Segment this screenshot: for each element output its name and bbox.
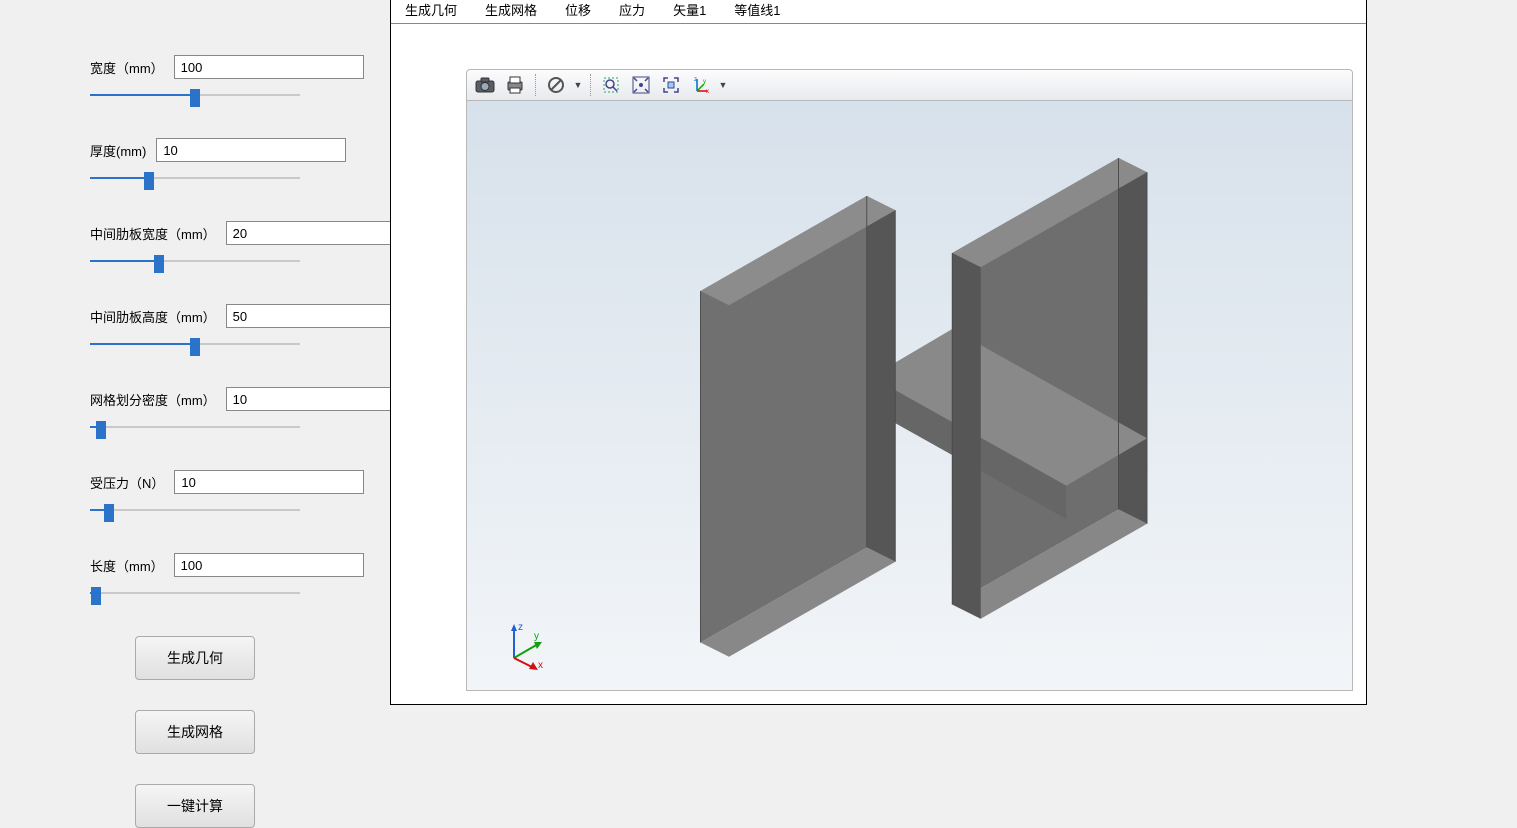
- param-label: 长度（mm）: [90, 556, 164, 575]
- width-input[interactable]: [174, 55, 364, 79]
- 3d-viewport[interactable]: z y x: [466, 101, 1353, 691]
- tab-contour1[interactable]: 等值线1: [720, 0, 794, 23]
- tab-mesh[interactable]: 生成网格: [471, 0, 551, 23]
- zoom-extent-icon[interactable]: [627, 72, 655, 98]
- length-input[interactable]: [174, 553, 364, 577]
- svg-text:x: x: [706, 89, 709, 94]
- param-width: 宽度（mm）: [90, 55, 300, 103]
- param-label: 网格划分密度（mm）: [90, 390, 216, 409]
- viewport-container: ▼ x y z ▼: [391, 24, 1366, 704]
- main-panel: 生成几何 生成网格 位移 应力 矢量1 等值线1 ▼: [390, 0, 1367, 705]
- toolbar-separator: [535, 74, 536, 96]
- svg-text:z: z: [694, 77, 697, 83]
- tab-geometry[interactable]: 生成几何: [391, 0, 471, 23]
- viewport-toolbar: ▼ x y z ▼: [466, 69, 1353, 101]
- param-thickness: 厚度(mm): [90, 138, 300, 186]
- toolbar-separator: [590, 74, 591, 96]
- generate-geometry-button[interactable]: 生成几何: [135, 636, 255, 680]
- dropdown-icon[interactable]: ▼: [717, 80, 729, 90]
- axes-icon[interactable]: x y z: [687, 72, 715, 98]
- zoom-selection-icon[interactable]: [657, 72, 685, 98]
- param-rib-width: 中间肋板宽度（mm）: [90, 221, 300, 269]
- axis-x-label: x: [538, 660, 543, 670]
- svg-text:y: y: [703, 79, 706, 85]
- width-slider[interactable]: [90, 87, 300, 103]
- mesh-density-slider[interactable]: [90, 419, 300, 435]
- geometry-render: [467, 101, 1352, 690]
- deny-icon[interactable]: [542, 72, 570, 98]
- print-icon[interactable]: [501, 72, 529, 98]
- orientation-axes: z y x: [502, 620, 552, 670]
- zoom-box-icon[interactable]: [597, 72, 625, 98]
- param-label: 中间肋板宽度（mm）: [90, 224, 216, 243]
- result-tabs: 生成几何 生成网格 位移 应力 矢量1 等值线1: [391, 0, 1366, 24]
- rib-height-slider[interactable]: [90, 336, 300, 352]
- generate-mesh-button[interactable]: 生成网格: [135, 710, 255, 754]
- camera-icon[interactable]: [471, 72, 499, 98]
- tab-vector1[interactable]: 矢量1: [659, 0, 720, 23]
- pressure-slider[interactable]: [90, 502, 300, 518]
- param-label: 宽度（mm）: [90, 58, 164, 77]
- dropdown-icon[interactable]: ▼: [572, 80, 584, 90]
- param-label: 厚度(mm): [90, 141, 146, 160]
- rib-width-slider[interactable]: [90, 253, 300, 269]
- param-mesh-density: 网格划分密度（mm）: [90, 387, 300, 435]
- tab-stress[interactable]: 应力: [605, 0, 659, 23]
- thickness-input[interactable]: [156, 138, 346, 162]
- param-length: 长度（mm）: [90, 553, 300, 601]
- param-pressure: 受压力（N）: [90, 470, 300, 518]
- length-slider[interactable]: [90, 585, 300, 601]
- param-rib-height: 中间肋板高度（mm）: [90, 304, 300, 352]
- param-label: 中间肋板高度（mm）: [90, 307, 216, 326]
- axis-y-label: y: [534, 631, 539, 642]
- pressure-input[interactable]: [174, 470, 364, 494]
- thickness-slider[interactable]: [90, 170, 300, 186]
- axis-z-label: z: [518, 622, 523, 633]
- rib-height-input[interactable]: [226, 304, 416, 328]
- param-label: 受压力（N）: [90, 473, 164, 492]
- mesh-density-input[interactable]: [226, 387, 416, 411]
- tab-displacement[interactable]: 位移: [551, 0, 605, 23]
- rib-width-input[interactable]: [226, 221, 416, 245]
- parameters-sidebar: 宽度（mm） 厚度(mm) 中间肋板宽度（mm）: [0, 0, 390, 825]
- calculate-button[interactable]: 一键计算: [135, 784, 255, 828]
